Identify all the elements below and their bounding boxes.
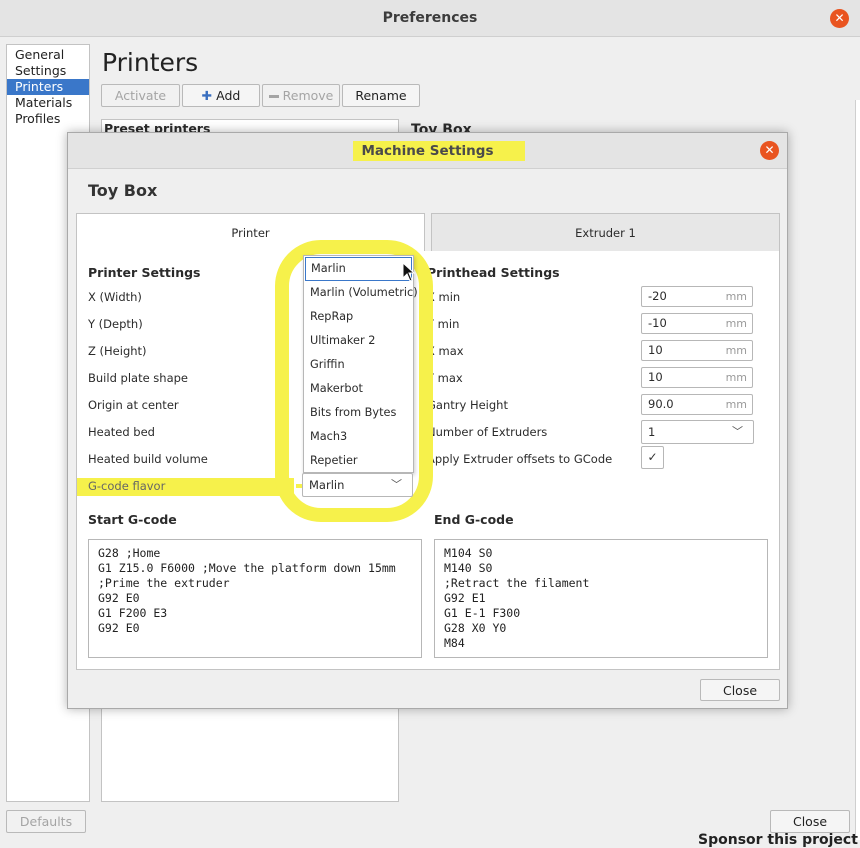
gantry-height-value: 90.0 xyxy=(648,397,674,411)
x-max-unit: mm xyxy=(725,344,747,357)
option-marlin[interactable]: Marlin xyxy=(305,257,412,281)
tab-extruder-1[interactable]: Extruder 1 xyxy=(431,213,780,252)
mouse-cursor-icon xyxy=(402,262,416,282)
gcode-flavor-dropdown-list: Marlin Marlin (Volumetric) RepRap Ultima… xyxy=(303,255,418,473)
apply-offsets-checkbox[interactable]: ✓ xyxy=(641,446,664,469)
y-min-input[interactable]: -10 mm xyxy=(641,313,753,334)
sidebar-item-materials[interactable]: Materials xyxy=(7,95,89,111)
defaults-button[interactable]: Defaults xyxy=(6,810,86,833)
gantry-height-input[interactable]: 90.0 mm xyxy=(641,394,753,415)
x-max-value: 10 xyxy=(648,343,663,357)
preferences-close-icon[interactable]: ✕ xyxy=(830,9,849,28)
preferences-title: Preferences xyxy=(382,10,478,26)
add-button[interactable]: ✚ Add xyxy=(182,84,260,107)
x-min-input[interactable]: -20 mm xyxy=(641,286,753,307)
number-of-extruders-select[interactable]: 1 ﹀ xyxy=(641,420,754,444)
apply-offsets-label: Apply Extruder offsets to GCode xyxy=(427,452,613,466)
minus-icon xyxy=(268,95,279,98)
dialog-title: Machine Settings xyxy=(361,143,494,159)
page-title: Printers xyxy=(102,48,199,77)
build-plate-shape-label: Build plate shape xyxy=(88,371,189,385)
y-max-input[interactable]: 10 mm xyxy=(641,367,753,388)
preferences-close-button[interactable]: Close xyxy=(770,810,850,833)
y-min-unit: mm xyxy=(725,317,747,330)
gcode-flavor-select[interactable]: Marlin ﹀ xyxy=(302,473,413,497)
gantry-height-unit: mm xyxy=(725,398,747,411)
sidebar-item-profiles[interactable]: Profiles xyxy=(7,111,89,127)
gcode-flavor-label: G-code flavor xyxy=(88,479,166,493)
option-repetier[interactable]: Repetier xyxy=(304,449,413,473)
plus-icon: ✚ xyxy=(201,88,213,103)
heated-bed-label: Heated bed xyxy=(88,425,155,439)
gcode-flavor-value: Marlin xyxy=(309,478,345,492)
y-max-value: 10 xyxy=(648,370,663,384)
heated-build-volume-label: Heated build volume xyxy=(88,452,208,466)
start-gcode-editor[interactable]: G28 ;Home G1 Z15.0 F6000 ;Move the platf… xyxy=(88,539,422,658)
printhead-settings-title: Printhead Settings xyxy=(427,265,560,280)
option-marlin-volumetric[interactable]: Marlin (Volumetric) xyxy=(304,281,418,305)
background-window-edge xyxy=(855,100,860,840)
chevron-down-icon: ﹀ xyxy=(732,425,743,438)
option-reprap[interactable]: RepRap xyxy=(304,305,413,329)
chevron-down-icon: ﹀ xyxy=(391,478,402,491)
number-of-extruders-value: 1 xyxy=(648,425,656,439)
remove-button-label: Remove xyxy=(282,88,334,103)
sidebar-item-general[interactable]: General xyxy=(7,47,89,63)
option-makerbot[interactable]: Makerbot xyxy=(304,377,413,401)
option-griffin[interactable]: Griffin xyxy=(304,353,413,377)
origin-at-center-label: Origin at center xyxy=(88,398,179,412)
dialog-heading: Toy Box xyxy=(88,181,158,200)
x-min-value: -20 xyxy=(648,289,667,303)
gantry-height-label: Gantry Height xyxy=(427,398,508,412)
y-depth-label: Y (Depth) xyxy=(88,317,143,331)
start-gcode-title: Start G-code xyxy=(88,512,177,527)
activate-button[interactable]: Activate xyxy=(101,84,180,107)
x-max-input[interactable]: 10 mm xyxy=(641,340,753,361)
end-gcode-editor[interactable]: M104 S0 M140 S0 ;Retract the filament G9… xyxy=(434,539,768,658)
dialog-close-icon[interactable]: ✕ xyxy=(760,141,779,160)
option-bits-from-bytes[interactable]: Bits from Bytes xyxy=(304,401,413,425)
rename-button[interactable]: Rename xyxy=(342,84,420,107)
y-max-unit: mm xyxy=(725,371,747,384)
x-width-label: X (Width) xyxy=(88,290,142,304)
option-mach3[interactable]: Mach3 xyxy=(304,425,413,449)
z-height-label: Z (Height) xyxy=(88,344,147,358)
end-gcode-title: End G-code xyxy=(434,512,514,527)
checkmark-icon: ✓ xyxy=(647,450,658,464)
number-of-extruders-label: Number of Extruders xyxy=(427,425,548,439)
y-min-value: -10 xyxy=(648,316,667,330)
sidebar-item-printers[interactable]: Printers xyxy=(7,79,89,95)
dialog-close-button[interactable]: Close xyxy=(700,679,780,701)
printer-settings-title: Printer Settings xyxy=(88,265,201,280)
remove-button[interactable]: Remove xyxy=(262,84,340,107)
sidebar-item-settings[interactable]: Settings xyxy=(7,63,89,79)
x-min-unit: mm xyxy=(725,290,747,303)
option-ultimaker-2[interactable]: Ultimaker 2 xyxy=(304,329,413,353)
add-button-label: Add xyxy=(216,88,241,103)
